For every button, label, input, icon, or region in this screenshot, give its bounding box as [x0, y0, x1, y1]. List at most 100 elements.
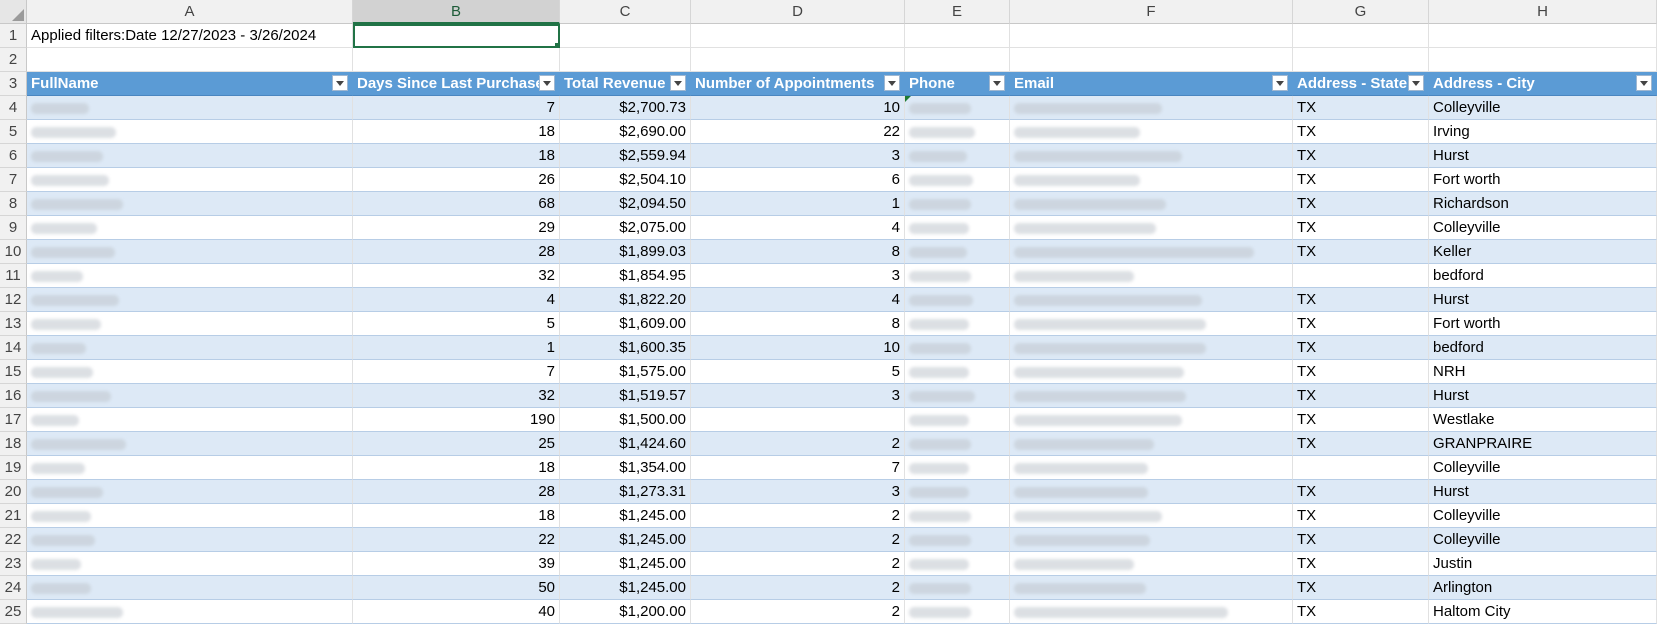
appointments-cell[interactable]: 4: [691, 288, 905, 312]
city-cell[interactable]: GRANPRAIRE: [1429, 432, 1657, 456]
email-cell[interactable]: [1010, 312, 1293, 336]
filter-dropdown-icon[interactable]: [539, 75, 555, 91]
row-header[interactable]: 14: [0, 336, 27, 360]
city-cell[interactable]: bedford: [1429, 336, 1657, 360]
column-header-f[interactable]: F: [1010, 0, 1293, 24]
cell[interactable]: [691, 48, 905, 72]
appointments-cell[interactable]: 2: [691, 576, 905, 600]
fullname-cell[interactable]: [27, 360, 353, 384]
column-header-g[interactable]: G: [1293, 0, 1429, 24]
table-header-cell[interactable]: Days Since Last Purchase: [353, 72, 560, 96]
filter-dropdown-icon[interactable]: [332, 75, 348, 91]
state-cell[interactable]: TX: [1293, 384, 1429, 408]
days-cell[interactable]: 18: [353, 144, 560, 168]
appointments-cell[interactable]: 2: [691, 528, 905, 552]
state-cell[interactable]: TX: [1293, 120, 1429, 144]
row-header[interactable]: 18: [0, 432, 27, 456]
cell[interactable]: [560, 48, 691, 72]
phone-cell[interactable]: [905, 288, 1010, 312]
revenue-cell[interactable]: $1,273.31: [560, 480, 691, 504]
revenue-cell[interactable]: $1,519.57: [560, 384, 691, 408]
revenue-cell[interactable]: $2,075.00: [560, 216, 691, 240]
days-cell[interactable]: 26: [353, 168, 560, 192]
cell[interactable]: [1010, 24, 1293, 48]
revenue-cell[interactable]: $1,822.20: [560, 288, 691, 312]
row-header[interactable]: 8: [0, 192, 27, 216]
phone-cell[interactable]: [905, 168, 1010, 192]
fullname-cell[interactable]: [27, 456, 353, 480]
table-header-cell[interactable]: FullName: [27, 72, 353, 96]
city-cell[interactable]: Keller: [1429, 240, 1657, 264]
appointments-cell[interactable]: 10: [691, 336, 905, 360]
row-header[interactable]: 1: [0, 24, 27, 48]
row-header[interactable]: 10: [0, 240, 27, 264]
state-cell[interactable]: TX: [1293, 144, 1429, 168]
revenue-cell[interactable]: $1,500.00: [560, 408, 691, 432]
table-header-cell[interactable]: Address - City: [1429, 72, 1657, 96]
email-cell[interactable]: [1010, 216, 1293, 240]
phone-cell[interactable]: [905, 384, 1010, 408]
revenue-cell[interactable]: $1,245.00: [560, 576, 691, 600]
appointments-cell[interactable]: 5: [691, 360, 905, 384]
fullname-cell[interactable]: [27, 432, 353, 456]
city-cell[interactable]: Colleyville: [1429, 456, 1657, 480]
city-cell[interactable]: Arlington: [1429, 576, 1657, 600]
column-header-h[interactable]: H: [1429, 0, 1657, 24]
appointments-cell[interactable]: 8: [691, 312, 905, 336]
appointments-cell[interactable]: 22: [691, 120, 905, 144]
days-cell[interactable]: 5: [353, 312, 560, 336]
days-cell[interactable]: 68: [353, 192, 560, 216]
city-cell[interactable]: Fort worth: [1429, 168, 1657, 192]
email-cell[interactable]: [1010, 576, 1293, 600]
row-header[interactable]: 24: [0, 576, 27, 600]
city-cell[interactable]: Hurst: [1429, 144, 1657, 168]
appointments-cell[interactable]: 3: [691, 384, 905, 408]
city-cell[interactable]: Irving: [1429, 120, 1657, 144]
state-cell[interactable]: TX: [1293, 288, 1429, 312]
days-cell[interactable]: 32: [353, 264, 560, 288]
days-cell[interactable]: 4: [353, 288, 560, 312]
state-cell[interactable]: TX: [1293, 600, 1429, 624]
email-cell[interactable]: [1010, 600, 1293, 624]
phone-cell[interactable]: [905, 264, 1010, 288]
state-cell[interactable]: TX: [1293, 216, 1429, 240]
appointments-cell[interactable]: 4: [691, 216, 905, 240]
days-cell[interactable]: 28: [353, 240, 560, 264]
row-header[interactable]: 9: [0, 216, 27, 240]
days-cell[interactable]: 7: [353, 96, 560, 120]
row-header[interactable]: 13: [0, 312, 27, 336]
state-cell[interactable]: TX: [1293, 96, 1429, 120]
appointments-cell[interactable]: 3: [691, 264, 905, 288]
state-cell[interactable]: TX: [1293, 168, 1429, 192]
fullname-cell[interactable]: [27, 408, 353, 432]
cell[interactable]: [560, 24, 691, 48]
filter-dropdown-icon[interactable]: [1272, 75, 1288, 91]
phone-cell[interactable]: [905, 576, 1010, 600]
email-cell[interactable]: [1010, 96, 1293, 120]
phone-cell[interactable]: [905, 96, 1010, 120]
email-cell[interactable]: [1010, 480, 1293, 504]
revenue-cell[interactable]: $1,609.00: [560, 312, 691, 336]
row-header[interactable]: 4: [0, 96, 27, 120]
fullname-cell[interactable]: [27, 528, 353, 552]
cell[interactable]: [691, 24, 905, 48]
fullname-cell[interactable]: [27, 96, 353, 120]
revenue-cell[interactable]: $1,200.00: [560, 600, 691, 624]
revenue-cell[interactable]: $1,354.00: [560, 456, 691, 480]
fullname-cell[interactable]: [27, 216, 353, 240]
days-cell[interactable]: 18: [353, 120, 560, 144]
phone-cell[interactable]: [905, 456, 1010, 480]
city-cell[interactable]: Fort worth: [1429, 312, 1657, 336]
phone-cell[interactable]: [905, 600, 1010, 624]
appointments-cell[interactable]: 3: [691, 480, 905, 504]
fullname-cell[interactable]: [27, 168, 353, 192]
email-cell[interactable]: [1010, 336, 1293, 360]
state-cell[interactable]: TX: [1293, 480, 1429, 504]
fullname-cell[interactable]: [27, 480, 353, 504]
filter-dropdown-icon[interactable]: [1636, 75, 1652, 91]
row-header[interactable]: 20: [0, 480, 27, 504]
row-header[interactable]: 3: [0, 72, 27, 96]
revenue-cell[interactable]: $1,854.95: [560, 264, 691, 288]
appointments-cell[interactable]: 6: [691, 168, 905, 192]
column-header-a[interactable]: A: [27, 0, 353, 24]
